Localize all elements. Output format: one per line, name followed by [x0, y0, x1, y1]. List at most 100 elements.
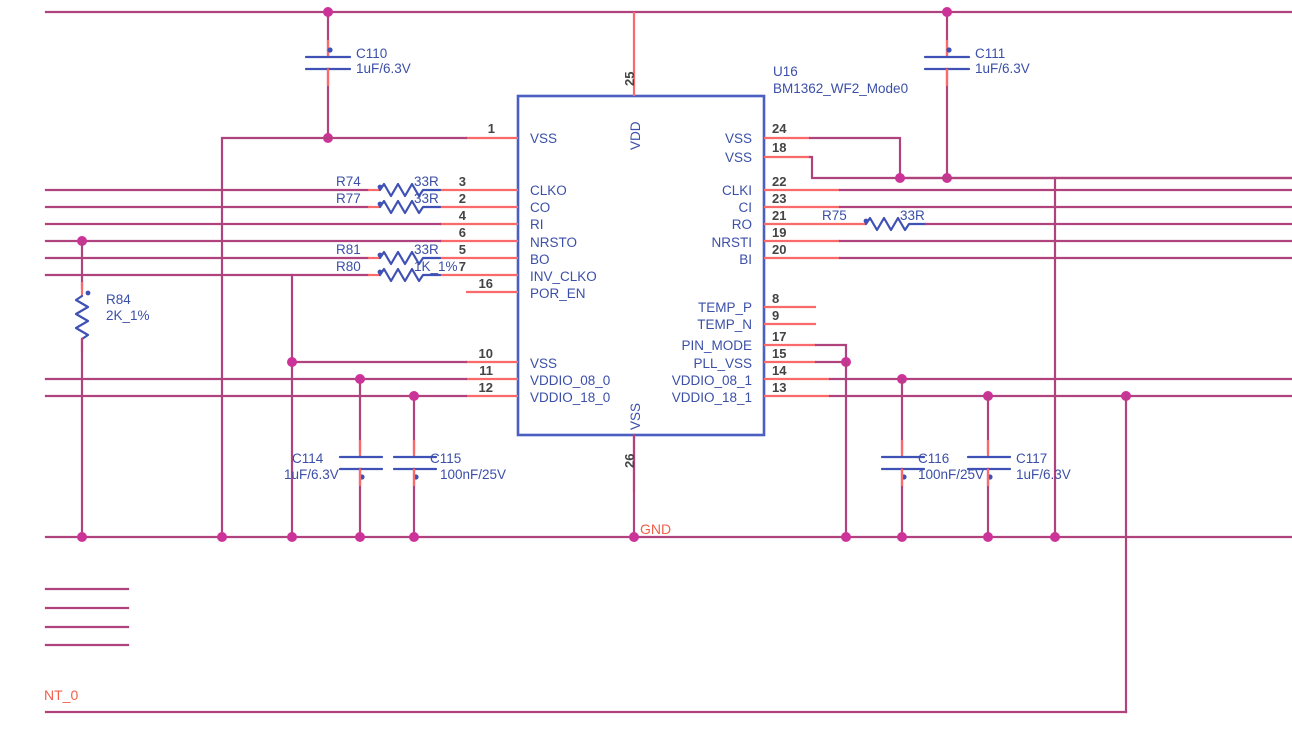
- pin-label-temp-p: TEMP_P: [698, 300, 752, 315]
- pin-number-10: 10: [479, 346, 493, 361]
- pin-label-pll-vss: PLL_VSS: [693, 356, 752, 371]
- pin-number-7: 7: [459, 259, 466, 274]
- pin-number-18: 18: [772, 140, 786, 155]
- resistor-r80-ref: R80: [336, 259, 361, 274]
- pin-label-vddio-08-0: VDDIO_08_0: [530, 373, 610, 388]
- junction-dot: [1050, 532, 1060, 542]
- ic-u16-part: BM1362_WF2_Mode0: [773, 81, 908, 96]
- pin-label-nrsto: NRSTO: [530, 235, 577, 250]
- pin-label-vddio-18-1: VDDIO_18_1: [672, 390, 752, 405]
- junction-dot: [629, 532, 639, 542]
- pin-label-vss-18: VSS: [725, 150, 752, 165]
- resistor-r77-value: 33R: [414, 191, 439, 206]
- pin-label-vddio-18-0: VDDIO_18_0: [530, 390, 610, 405]
- pin-label-por-en: POR_EN: [530, 286, 586, 301]
- resistor-r84-value: 2K_1%: [106, 308, 150, 323]
- pin-number-13: 13: [772, 380, 786, 395]
- pin-number-11: 11: [479, 363, 493, 378]
- pin-number-20: 20: [772, 242, 786, 257]
- pin-number-21: 21: [772, 208, 786, 223]
- pin-label-bo: BO: [530, 252, 550, 267]
- left-wiring: [44, 136, 468, 539]
- pin-number-5: 5: [459, 242, 466, 257]
- junction-dot: [841, 532, 851, 542]
- pin-number-14: 14: [772, 363, 787, 378]
- capacitor-c117-value: 1uF/6.3V: [1016, 467, 1071, 482]
- junction-dot: [895, 173, 905, 183]
- net-label-gnd: GND: [640, 521, 671, 537]
- pin-number-26: 26: [622, 454, 637, 468]
- pin-number-8: 8: [772, 291, 779, 306]
- pin-number-6: 6: [459, 225, 466, 240]
- junction-dot: [355, 532, 365, 542]
- junction-dot: [77, 532, 87, 542]
- pin-label-nrsti: NRSTI: [712, 235, 753, 250]
- junction-dot: [217, 532, 227, 542]
- capacitor-c116-ref: C116: [918, 451, 949, 466]
- junction-dot: [409, 532, 419, 542]
- junction-dot: [355, 374, 365, 384]
- pin-number-1: 1: [488, 121, 495, 136]
- capacitor-c114-ref: C114: [292, 451, 324, 466]
- resistor-r81-value: 33R: [414, 242, 439, 257]
- capacitor-c114: C114 1uF/6.3V: [284, 374, 384, 539]
- capacitor-c115-ref: C115: [430, 451, 461, 466]
- pin-label-clki: CLKI: [722, 183, 752, 198]
- schematic-sheet: C110 1uF/6.3V C111 1uF/6.3V U16 BM1362_W…: [0, 0, 1292, 733]
- pin-number-12: 12: [479, 380, 493, 395]
- pin-number-15: 15: [772, 346, 786, 361]
- resistor-r81-ref: R81: [336, 242, 361, 257]
- capacitor-c110-ref: C110: [356, 46, 387, 61]
- junction-dot: [287, 532, 297, 542]
- net-label-nt0: NT_0: [44, 687, 78, 703]
- resistor-r75: R75 33R: [822, 208, 1292, 232]
- net-nt0: NT_0: [44, 687, 1128, 714]
- schematic-canvas: C110 1uF/6.3V C111 1uF/6.3V U16 BM1362_W…: [44, 7, 1292, 714]
- pin-label-vddio-08-1: VDDIO_08_1: [672, 373, 752, 388]
- vddio-right-routing: [828, 374, 1292, 714]
- junction-dot: [323, 7, 333, 17]
- pin-label-vdd: VDD: [628, 121, 643, 150]
- resistor-r75-value: 33R: [900, 208, 925, 223]
- resistor-r75-ref: R75: [822, 208, 847, 223]
- pin-number-2: 2: [459, 191, 466, 206]
- capacitor-c115-value: 100nF/25V: [440, 467, 506, 482]
- capacitor-c111: C111 1uF/6.3V: [923, 7, 1030, 183]
- capacitor-c110-value: 1uF/6.3V: [356, 61, 411, 76]
- pin-number-23: 23: [772, 191, 786, 206]
- pin-label-bi: BI: [739, 252, 752, 267]
- junction-dot: [287, 357, 297, 367]
- pin-mode-pll-vss-routing: [814, 343, 851, 539]
- capacitor-c110: C110 1uF/6.3V: [304, 7, 411, 143]
- pin-number-3: 3: [459, 174, 466, 189]
- resistor-r84-ref: R84: [106, 292, 131, 307]
- pin-label-co: CO: [530, 200, 550, 215]
- resistor-r77-ref: R77: [336, 191, 361, 206]
- capacitor-c115: C115 100nF/25V: [392, 391, 506, 539]
- pin-number-22: 22: [772, 174, 786, 189]
- ic-u16-designator: U16: [773, 64, 798, 79]
- resistor-r80: R80 1K_1%: [336, 259, 458, 283]
- junction-dot: [409, 391, 419, 401]
- capacitor-c111-ref: C111: [975, 46, 1005, 61]
- capacitor-c111-value: 1uF/6.3V: [975, 61, 1030, 76]
- capacitor-c114-value: 1uF/6.3V: [284, 467, 339, 482]
- bottom-left-stub-lines: [44, 587, 130, 647]
- capacitor-c117-ref: C117: [1016, 451, 1047, 466]
- pin-label-vss-1: VSS: [530, 131, 557, 146]
- pin-number-9: 9: [772, 308, 779, 323]
- pin-label-pin-mode: PIN_MODE: [681, 338, 752, 353]
- pin-number-16: 16: [479, 276, 493, 291]
- resistor-r84: R84 2K_1%: [74, 236, 150, 539]
- junction-dot: [983, 532, 993, 542]
- pin-number-4: 4: [459, 208, 467, 223]
- pin-number-24: 24: [772, 121, 787, 136]
- pin-number-19: 19: [772, 225, 786, 240]
- pin-number-17: 17: [772, 329, 786, 344]
- pin-label-ro: RO: [732, 217, 752, 232]
- resistor-r80-value: 1K_1%: [414, 259, 458, 274]
- pin-label-clko: CLKO: [530, 183, 567, 198]
- pin-label-vss-24: VSS: [725, 131, 752, 146]
- pin-label-temp-n: TEMP_N: [697, 317, 752, 332]
- pin-number-25: 25: [622, 72, 637, 86]
